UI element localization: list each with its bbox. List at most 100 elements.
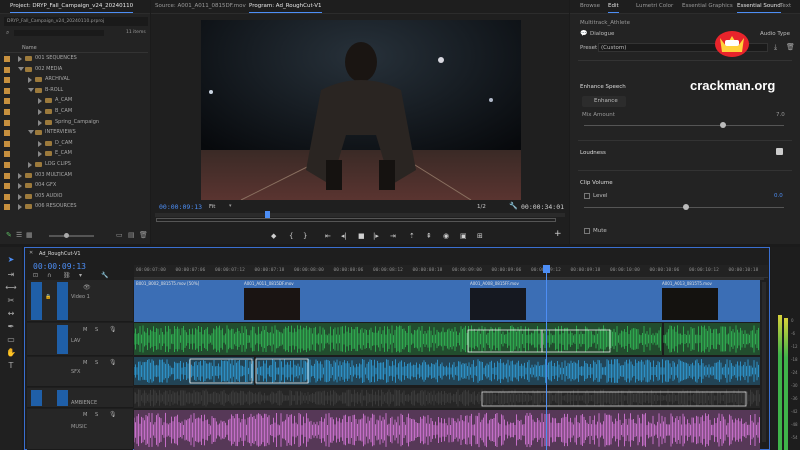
mark-out-icon[interactable]: } — [303, 232, 307, 240]
zoom-slider-handle[interactable] — [64, 233, 69, 238]
new-bin-icon[interactable]: ▭ — [116, 231, 123, 239]
enhance-button[interactable]: Enhance — [582, 96, 626, 107]
tab-source[interactable]: Source: A001_A011_0815DF.mov — [155, 3, 246, 9]
track-header-ambience[interactable]: AMBIENCE — [27, 388, 133, 408]
mix-amount-value[interactable]: 7.0 — [776, 112, 785, 118]
microphone-icon[interactable]: 🎙 — [109, 326, 117, 333]
loudness-label[interactable]: Loudness — [580, 150, 606, 156]
wrench-icon[interactable]: 🔧 — [509, 202, 518, 210]
mix-amount-slider[interactable] — [584, 125, 784, 126]
project-bin-row[interactable]: 006 RESOURCES — [4, 202, 154, 212]
label-color-swatch[interactable] — [4, 66, 10, 73]
search-icon[interactable]: ⌕ — [6, 29, 9, 37]
type-tool-icon[interactable]: T — [5, 361, 17, 371]
label-color-swatch[interactable] — [4, 151, 10, 158]
save-preset-icon[interactable]: ⤓ — [774, 43, 777, 52]
timeline-playhead[interactable] — [546, 265, 547, 450]
search-input[interactable] — [14, 30, 104, 36]
timeline-timecode[interactable]: 00:00:09:13 — [33, 262, 86, 271]
microphone-icon[interactable]: 🎙 — [109, 411, 117, 418]
trash-icon[interactable]: 🗑 — [139, 231, 148, 239]
new-item-icon[interactable]: ▤ — [128, 231, 135, 239]
ripple-edit-icon[interactable]: ⟷ — [5, 283, 17, 293]
add-button-icon[interactable]: + — [554, 229, 562, 239]
zoom-slider[interactable] — [49, 235, 94, 237]
mark-in-icon[interactable]: { — [289, 232, 293, 240]
add-marker-icon[interactable]: ◆ — [271, 232, 276, 240]
project-bin-row[interactable]: D_CAM — [4, 139, 154, 149]
label-color-swatch[interactable] — [4, 77, 10, 84]
disclosure-open-icon[interactable] — [18, 66, 24, 71]
track-header-video-1[interactable]: 🔒 👁 Video 1 — [27, 280, 133, 322]
delete-preset-icon[interactable]: 🗑 — [786, 43, 795, 51]
multicam-icon[interactable]: ⊞ — [477, 232, 483, 240]
eye-icon[interactable]: 👁 — [83, 284, 91, 291]
tab-lumetri-color[interactable]: Lumetri Color — [636, 3, 673, 9]
video-clip-1[interactable]: B001_B002_0815T5.mov [50%] — [134, 280, 242, 322]
enhance-speech-label[interactable]: Enhance Speech — [580, 84, 626, 90]
camera-icon[interactable]: ◉ — [443, 232, 449, 240]
disclosure-open-icon[interactable] — [28, 87, 34, 92]
nest-icon[interactable]: ⊡ — [33, 272, 38, 279]
microphone-icon[interactable]: 🎙 — [109, 359, 117, 366]
project-bin-row[interactable]: A_CAM — [4, 96, 154, 106]
pen-tool-icon[interactable]: ✒ — [5, 322, 17, 332]
step-back-icon[interactable]: ◂| — [341, 232, 347, 240]
mute-m-label[interactable]: M — [83, 360, 87, 366]
tab-text[interactable]: Text — [780, 3, 791, 9]
disclosure-closed-icon[interactable] — [18, 204, 22, 211]
razor-tool-icon[interactable]: ✂ — [5, 296, 17, 306]
disclosure-closed-icon[interactable] — [18, 56, 22, 62]
source-patch-v1[interactable] — [57, 282, 68, 320]
tab-program[interactable]: Program: Ad_RoughCut-V1 — [249, 3, 322, 13]
track-target-a3[interactable] — [31, 390, 42, 406]
disclosure-closed-icon[interactable] — [38, 140, 42, 147]
project-column-header[interactable]: Name — [4, 44, 148, 53]
extract-icon[interactable]: ⇞ — [426, 232, 432, 240]
rectangle-tool-icon[interactable]: ▭ — [5, 335, 17, 345]
project-bin-row[interactable]: 005 AUDIO — [4, 192, 154, 202]
compare-icon[interactable]: ▣ — [460, 232, 467, 240]
label-color-swatch[interactable] — [4, 130, 10, 137]
chevron-down-icon[interactable]: ▾ — [229, 203, 232, 209]
grid-view-icon[interactable]: ▦ — [26, 231, 33, 239]
stop-icon[interactable]: ■ — [358, 232, 365, 240]
project-bin-row[interactable]: E_CAM — [4, 149, 154, 159]
step-forward-icon[interactable]: |▸ — [373, 232, 379, 240]
vertical-scrollbar[interactable] — [762, 282, 766, 442]
level-checkbox[interactable] — [584, 193, 590, 199]
project-bin-row[interactable]: 002 MEDIA — [4, 65, 154, 75]
project-bin-row[interactable]: 001 SEQUENCES — [4, 54, 154, 64]
sequence-tab[interactable]: ✕ Ad_RoughCut-V1 — [25, 248, 125, 260]
program-timecode-current[interactable]: 00:00:09:13 — [159, 203, 202, 211]
label-color-swatch[interactable] — [4, 140, 10, 147]
disclosure-closed-icon[interactable] — [38, 151, 42, 158]
lock-icon[interactable]: 🔒 — [45, 294, 51, 300]
project-bin-row[interactable]: 003 MULTICAM — [4, 171, 154, 181]
track-header-sfx[interactable]: M S 🎙 SFX — [27, 357, 133, 387]
disclosure-closed-icon[interactable] — [18, 183, 22, 190]
project-bin-row[interactable]: 004 GFX — [4, 181, 154, 191]
mute-checkbox[interactable] — [584, 228, 590, 234]
video-clip-4[interactable]: A001_A013_0815T5.mov — [660, 280, 760, 322]
settings-wrench-icon[interactable]: 🔧 — [101, 272, 108, 279]
linked-selection-icon[interactable]: ⛓ — [63, 272, 71, 279]
program-scrubber[interactable] — [155, 213, 565, 217]
label-color-swatch[interactable] — [4, 193, 10, 200]
track-header-music[interactable]: M S 🎙 MUSIC — [27, 409, 133, 450]
disclosure-closed-icon[interactable] — [38, 119, 42, 126]
disclosure-closed-icon[interactable] — [28, 77, 32, 84]
tab-essential-graphics[interactable]: Essential Graphics — [682, 3, 733, 9]
tab-edit[interactable]: Edit — [608, 3, 619, 13]
level-slider-handle[interactable] — [683, 204, 689, 210]
project-bin-row[interactable]: LOG CLIPS — [4, 160, 154, 170]
disclosure-closed-icon[interactable] — [38, 109, 42, 115]
level-value[interactable]: 0.0 — [774, 193, 783, 199]
snap-icon[interactable]: ∩ — [47, 272, 51, 279]
label-color-swatch[interactable] — [4, 109, 10, 115]
lift-icon[interactable]: ⇡ — [409, 232, 415, 240]
solo-s-label[interactable]: S — [95, 327, 98, 333]
label-color-swatch[interactable] — [4, 56, 10, 62]
label-color-swatch[interactable] — [4, 98, 10, 105]
disclosure-open-icon[interactable] — [28, 130, 34, 135]
